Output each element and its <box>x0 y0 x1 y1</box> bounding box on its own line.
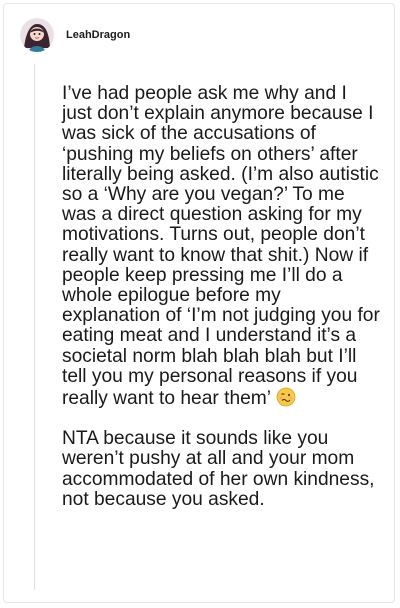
comment-body: I’ve had people ask me why and I just do… <box>62 83 380 510</box>
thread-line[interactable] <box>34 64 35 590</box>
avatar-icon <box>20 18 54 52</box>
comment-paragraph-1-text: I’ve had people ask me why and I just do… <box>62 83 380 410</box>
comment-paragraph-1: I’ve had people ask me why and I just do… <box>62 83 380 410</box>
comment-card: LeahDragon I’ve had people ask me why an… <box>3 3 395 603</box>
comment-header: LeahDragon <box>20 18 130 52</box>
avatar[interactable] <box>20 18 54 52</box>
username[interactable]: LeahDragon <box>66 29 130 41</box>
comment-paragraph-2: NTA because it sounds like you weren’t p… <box>62 428 375 510</box>
woozy-face-emoji-icon <box>276 387 296 407</box>
